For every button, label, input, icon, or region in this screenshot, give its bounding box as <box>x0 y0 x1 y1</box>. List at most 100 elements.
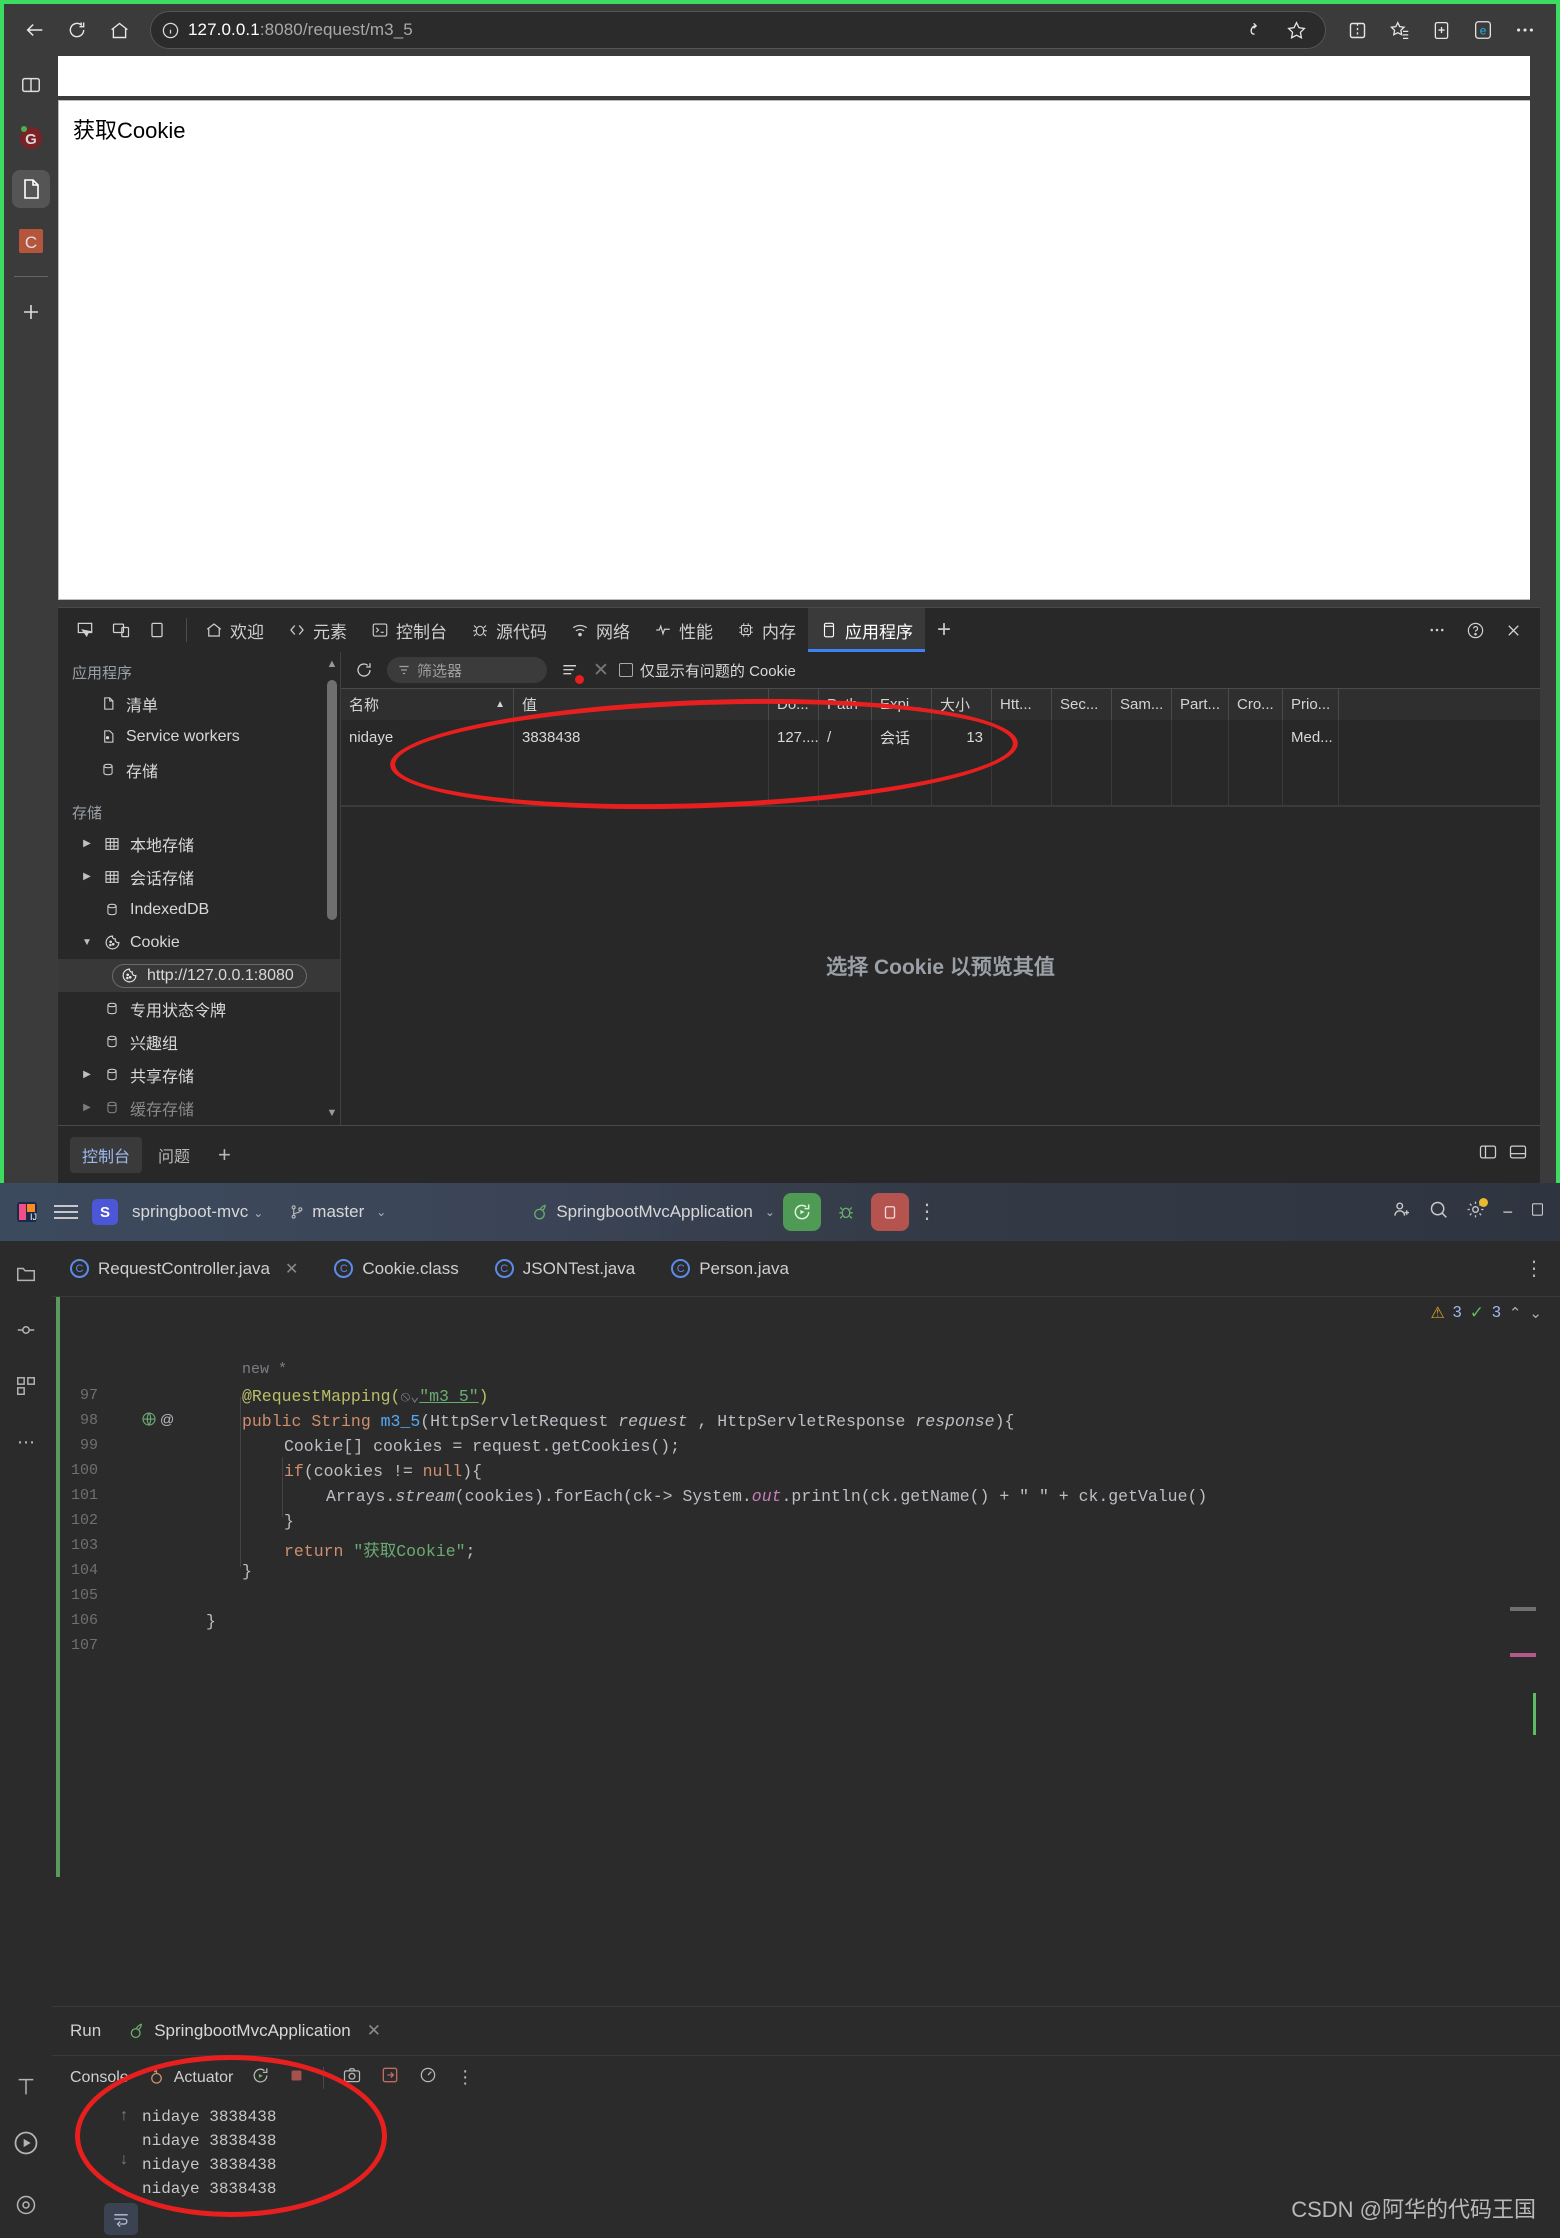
services-tool-icon[interactable] <box>11 2190 41 2220</box>
run-configuration-selector[interactable]: SpringbootMvcApplication ⌄ <box>530 1202 775 1222</box>
address-bar[interactable]: 127.0.0.1:8080/request/m3_5 <box>150 11 1326 49</box>
more-icon[interactable]: ⋮ <box>456 2068 474 2086</box>
more-tools-icon[interactable]: ⋯ <box>11 1427 41 1457</box>
refresh-icon[interactable] <box>351 657 377 683</box>
sidebar-item-shared-storage[interactable]: ▶ 共享存储 <box>58 1058 340 1091</box>
column-header-httponly[interactable]: Htt... <box>992 689 1052 720</box>
delete-cookie-icon[interactable]: ✕ <box>593 659 609 682</box>
sidebar-item-service-workers[interactable]: Service workers <box>58 720 340 753</box>
commit-tool-icon[interactable] <box>11 1315 41 1345</box>
dock-side-icon[interactable] <box>140 613 174 647</box>
close-icon[interactable]: ✕ <box>367 2021 381 2041</box>
run-tab-springbootmvcapplication[interactable]: SpringbootMvcApplication ✕ <box>127 2021 381 2041</box>
gutter-mapping-marker[interactable]: @ <box>140 1410 174 1428</box>
sidebar-item-cookie-origin[interactable]: http://127.0.0.1:8080 <box>58 959 340 992</box>
devtools-tab-welcome[interactable]: 欢迎 <box>193 608 276 652</box>
column-header-value[interactable]: 值 <box>514 689 769 720</box>
collections-icon[interactable] <box>1422 11 1460 49</box>
editor-gutter[interactable]: 97 98 99 100 101 102 103 104 105 106 107 <box>52 1297 198 2006</box>
run-tool-icon[interactable] <box>11 2128 41 2158</box>
drawer-tab-issues[interactable]: 问题 <box>146 1137 202 1173</box>
sidebar-item-session-storage[interactable]: ▶ 会话存储 <box>58 860 340 893</box>
stop-button[interactable] <box>870 1193 909 1231</box>
project-name[interactable]: springboot-mvc ⌄ <box>132 1202 263 1222</box>
chevron-right-icon[interactable]: ▶ <box>80 838 94 849</box>
cookie-filter-input[interactable]: 筛选器 <box>387 657 547 683</box>
inspection-widget[interactable]: ⚠ 3 ✓ 3 ⌃ ⌄ <box>1430 1303 1542 1323</box>
devtools-tab-console[interactable]: 控制台 <box>359 608 459 652</box>
code-editor[interactable]: ⚠ 3 ✓ 3 ⌃ ⌄ 97 98 99 100 101 102 103 104… <box>52 1297 1560 2238</box>
console-tab[interactable]: Console <box>70 2069 129 2087</box>
settings-gear-icon[interactable] <box>1465 1198 1489 1225</box>
file-tab-person[interactable]: C Person.java <box>653 1241 807 1296</box>
sidebar-item-manifest[interactable]: 清单 <box>58 687 340 720</box>
sidebar-item-cookie[interactable]: ▼ Cookie <box>58 926 340 959</box>
drawer-add-tab-button[interactable]: + <box>206 1136 243 1174</box>
devtools-tab-elements[interactable]: 元素 <box>276 608 359 652</box>
export-icon[interactable] <box>380 2065 400 2090</box>
sidebar-item-indexeddb[interactable]: ▶ IndexedDB <box>58 893 340 926</box>
chevron-right-icon[interactable]: ▶ <box>80 1069 94 1080</box>
file-tab-jsontest[interactable]: C JSONTest.java <box>477 1241 653 1296</box>
actuator-tab[interactable]: Actuator <box>147 2068 233 2087</box>
document-rail-icon[interactable] <box>12 170 50 208</box>
devtools-add-tab-button[interactable]: + <box>925 608 963 652</box>
column-header-partition[interactable]: Part... <box>1172 689 1229 720</box>
column-header-priority[interactable]: Prio... <box>1283 689 1339 720</box>
sidebar-item-storage[interactable]: 存储 <box>58 753 340 786</box>
file-tab-request-controller[interactable]: C RequestController.java ✕ <box>52 1241 316 1296</box>
stop-icon[interactable] <box>288 2067 305 2089</box>
code-canvas[interactable]: 97 98 99 100 101 102 103 104 105 106 107 <box>52 1297 1560 2006</box>
clear-all-cookies-icon[interactable] <box>557 657 584 684</box>
close-icon[interactable]: ✕ <box>285 1259 298 1279</box>
chevron-down-icon[interactable]: ▼ <box>80 937 94 948</box>
chevron-right-icon[interactable]: ▶ <box>80 1102 94 1113</box>
devtools-help-icon[interactable] <box>1458 613 1492 647</box>
sidebar-scrollbar[interactable]: ▲ ▼ <box>326 658 338 1119</box>
only-problematic-cookies-checkbox[interactable]: 仅显示有问题的 Cookie <box>618 660 796 681</box>
favorite-star-icon[interactable] <box>1277 11 1315 49</box>
favorites-list-icon[interactable] <box>1380 11 1418 49</box>
drawer-dock-bottom-icon[interactable] <box>1508 1142 1528 1167</box>
chevron-down-icon[interactable]: ⌄ <box>1529 1304 1542 1322</box>
drawer-dock-left-icon[interactable] <box>1478 1142 1498 1167</box>
edge-profile-icon[interactable]: e <box>1464 11 1502 49</box>
copilot-c-icon[interactable]: C <box>12 222 50 260</box>
minimize-icon[interactable]: − <box>1502 1202 1513 1223</box>
column-header-samesite[interactable]: Sam... <box>1112 689 1172 720</box>
more-options-icon[interactable] <box>1506 11 1544 49</box>
collections-sync-icon[interactable] <box>1233 11 1271 49</box>
rerun-icon[interactable] <box>251 2066 270 2090</box>
sidebar-item-cache-storage[interactable]: ▶ 缓存存储 <box>58 1091 340 1124</box>
back-arrow-icon[interactable] <box>16 11 54 49</box>
drawer-tab-console[interactable]: 控制台 <box>70 1136 143 1173</box>
main-menu-button[interactable] <box>54 1205 78 1219</box>
devtools-more-options-icon[interactable] <box>1420 613 1454 647</box>
home-icon[interactable] <box>100 11 138 49</box>
devtools-tab-network[interactable]: 网络 <box>559 608 642 652</box>
screenshot-icon[interactable] <box>342 2065 362 2090</box>
add-rail-icon[interactable] <box>12 293 50 331</box>
profiler-icon[interactable] <box>418 2065 438 2090</box>
column-header-secure[interactable]: Sec... <box>1052 689 1112 720</box>
devtools-tab-memory[interactable]: 内存 <box>725 608 808 652</box>
refresh-icon[interactable] <box>58 11 96 49</box>
table-row[interactable]: nidaye 3838438 127.... / 会话 13 Med... <box>341 720 1540 754</box>
file-tab-cookie-class[interactable]: C Cookie.class <box>316 1241 476 1296</box>
scroll-down-arrow[interactable]: ▼ <box>326 1107 338 1119</box>
project-tool-icon[interactable] <box>11 1259 41 1289</box>
devtools-close-icon[interactable] <box>1496 613 1530 647</box>
column-header-size[interactable]: 大小 <box>932 689 992 720</box>
terminal-tool-icon[interactable] <box>11 2072 41 2102</box>
sidebar-item-interest-groups[interactable]: ▶ 兴趣组 <box>58 1025 340 1058</box>
maximize-icon[interactable] <box>1529 1201 1546 1223</box>
code-text[interactable]: new * @RequestMapping(⦸⌄"m3_5") public S… <box>198 1297 1560 2006</box>
search-icon[interactable] <box>1428 1199 1449 1225</box>
column-header-domain[interactable]: Do... <box>769 689 819 720</box>
structure-tool-icon[interactable] <box>11 1371 41 1401</box>
scroll-up-arrow[interactable]: ▲ <box>326 658 338 670</box>
devtools-tab-performance[interactable]: 性能 <box>642 608 725 652</box>
device-toolbar-icon[interactable] <box>104 613 138 647</box>
column-header-name[interactable]: 名称 ▲ <box>341 689 514 720</box>
column-header-crosssite[interactable]: Cro... <box>1229 689 1283 720</box>
